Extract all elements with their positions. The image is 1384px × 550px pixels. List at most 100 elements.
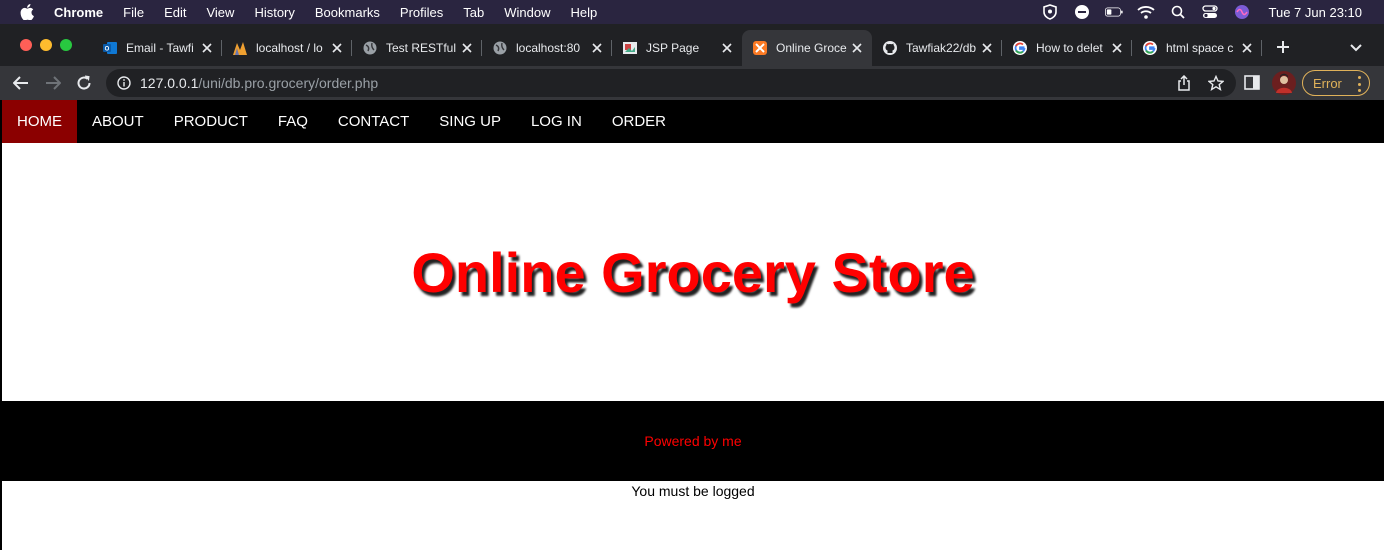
tab-online-grocery[interactable]: Online Groce	[742, 30, 872, 66]
web-page: HOME ABOUT PRODUCT FAQ CONTACT SING UP L…	[0, 100, 1384, 550]
forward-arrow-icon[interactable]	[42, 72, 64, 94]
side-panel-icon[interactable]	[1244, 75, 1262, 91]
nav-sign-up[interactable]: SING UP	[424, 100, 516, 143]
os-menu-bar: Chrome File Edit View History Bookmarks …	[0, 0, 1384, 24]
menu-window[interactable]: Window	[504, 5, 550, 20]
close-icon[interactable]	[850, 41, 864, 55]
login-notice-text: You must be logged	[631, 483, 755, 499]
page-icon	[622, 40, 638, 56]
close-icon[interactable]	[590, 41, 604, 55]
hero-banner: Online Grocery Store	[2, 143, 1384, 401]
menu-edit[interactable]: Edit	[164, 5, 186, 20]
nav-home[interactable]: HOME	[2, 100, 77, 143]
browser-toolbar: 127.0.0.1/uni/db.pro.grocery/order.php E…	[0, 66, 1384, 100]
apple-icon[interactable]	[18, 4, 36, 20]
url-path: /uni/db.pro.grocery/order.php	[198, 75, 379, 91]
tab-divider	[1261, 40, 1262, 56]
nav-about[interactable]: ABOUT	[77, 100, 159, 143]
tab-title: JSP Page	[646, 41, 700, 55]
close-icon[interactable]	[330, 41, 344, 55]
tab-localhost[interactable]: localhost:80	[482, 30, 612, 66]
menu-clock[interactable]: Tue 7 Jun 23:10	[1269, 5, 1362, 20]
nav-faq[interactable]: FAQ	[263, 100, 323, 143]
menu-bookmarks[interactable]: Bookmarks	[315, 5, 380, 20]
menu-tab[interactable]: Tab	[463, 5, 484, 20]
control-center-icon[interactable]	[1201, 4, 1219, 20]
focus-icon[interactable]	[1073, 4, 1091, 20]
bookmark-star-icon[interactable]	[1206, 73, 1226, 93]
tab-github[interactable]: Tawfiak22/db	[872, 30, 1002, 66]
globe-icon	[492, 40, 508, 56]
footer-text: Powered by me	[644, 433, 742, 449]
tab-title: Email - Tawfi	[126, 41, 194, 55]
share-icon[interactable]	[1174, 73, 1194, 93]
outlook-icon: O	[102, 40, 118, 56]
tab-email[interactable]: O Email - Tawfi	[92, 30, 222, 66]
tab-how-to-delete[interactable]: How to delet	[1002, 30, 1132, 66]
google-icon	[1012, 40, 1028, 56]
nav-contact[interactable]: CONTACT	[323, 100, 424, 143]
omnibox-actions	[1174, 73, 1226, 93]
tab-phpmyadmin[interactable]: localhost / lo	[222, 30, 352, 66]
tab-title: html space c	[1166, 41, 1234, 55]
menu-view[interactable]: View	[206, 5, 234, 20]
minimize-window-button[interactable]	[40, 39, 52, 51]
chevron-down-icon[interactable]	[1346, 38, 1366, 58]
nav-product[interactable]: PRODUCT	[159, 100, 263, 143]
menu-profiles[interactable]: Profiles	[400, 5, 443, 20]
url-host: 127.0.0.1	[140, 75, 199, 91]
shield-icon[interactable]	[1041, 4, 1059, 20]
more-vert-icon[interactable]	[1357, 76, 1361, 92]
page-title: Online Grocery Store	[411, 240, 975, 304]
login-notice: You must be logged	[2, 481, 1384, 501]
siri-icon[interactable]	[1233, 4, 1251, 20]
browser-window: O Email - Tawfi localhost / lo Test REST…	[0, 24, 1384, 550]
tab-title: Online Groce	[776, 41, 847, 55]
tab-title: localhost:80	[516, 41, 581, 55]
menu-history[interactable]: History	[254, 5, 294, 20]
profile-avatar[interactable]	[1272, 71, 1296, 95]
profile-error-button[interactable]: Error	[1302, 70, 1370, 96]
fullscreen-window-button[interactable]	[60, 39, 72, 51]
close-icon[interactable]	[200, 41, 214, 55]
new-tab-icon[interactable]	[1272, 36, 1294, 58]
tab-html-space[interactable]: html space c	[1132, 30, 1262, 66]
xampp-icon	[752, 40, 768, 56]
nav-order[interactable]: ORDER	[597, 100, 681, 143]
close-icon[interactable]	[460, 41, 474, 55]
back-arrow-icon[interactable]	[10, 72, 32, 94]
url-text[interactable]: 127.0.0.1/uni/db.pro.grocery/order.php	[140, 75, 378, 91]
battery-icon[interactable]	[1104, 4, 1123, 20]
spotlight-search-icon[interactable]	[1169, 4, 1187, 20]
tab-list: O Email - Tawfi localhost / lo Test REST…	[92, 30, 1262, 66]
site-footer: Powered by me	[2, 401, 1384, 481]
error-label: Error	[1313, 75, 1342, 91]
close-icon[interactable]	[1110, 41, 1124, 55]
window-controls	[20, 39, 72, 51]
menu-help[interactable]: Help	[571, 5, 598, 20]
tab-strip: O Email - Tawfi localhost / lo Test REST…	[0, 24, 1384, 66]
menu-file[interactable]: File	[123, 5, 144, 20]
tab-jsp-page[interactable]: JSP Page	[612, 30, 742, 66]
phpmyadmin-icon	[232, 40, 248, 56]
tab-title: Test RESTful	[386, 41, 457, 55]
reload-icon[interactable]	[73, 72, 95, 94]
svg-text:O: O	[105, 47, 110, 53]
nav-log-in[interactable]: LOG IN	[516, 100, 597, 143]
tab-title: localhost / lo	[256, 41, 323, 55]
close-icon[interactable]	[1240, 41, 1254, 55]
wifi-icon[interactable]	[1136, 4, 1155, 20]
tab-title: Tawfiak22/db	[906, 41, 977, 55]
close-window-button[interactable]	[20, 39, 32, 51]
address-bar[interactable]: 127.0.0.1/uni/db.pro.grocery/order.php	[106, 69, 1236, 97]
globe-icon	[362, 40, 378, 56]
info-icon[interactable]	[116, 75, 132, 91]
status-area: Tue 7 Jun 23:10	[1041, 0, 1362, 24]
app-menu-chrome[interactable]: Chrome	[54, 5, 103, 20]
google-icon	[1142, 40, 1158, 56]
tab-test-restful[interactable]: Test RESTful	[352, 30, 482, 66]
close-icon[interactable]	[720, 41, 734, 55]
tab-title: How to delet	[1036, 41, 1103, 55]
github-icon	[882, 40, 898, 56]
close-icon[interactable]	[980, 41, 994, 55]
